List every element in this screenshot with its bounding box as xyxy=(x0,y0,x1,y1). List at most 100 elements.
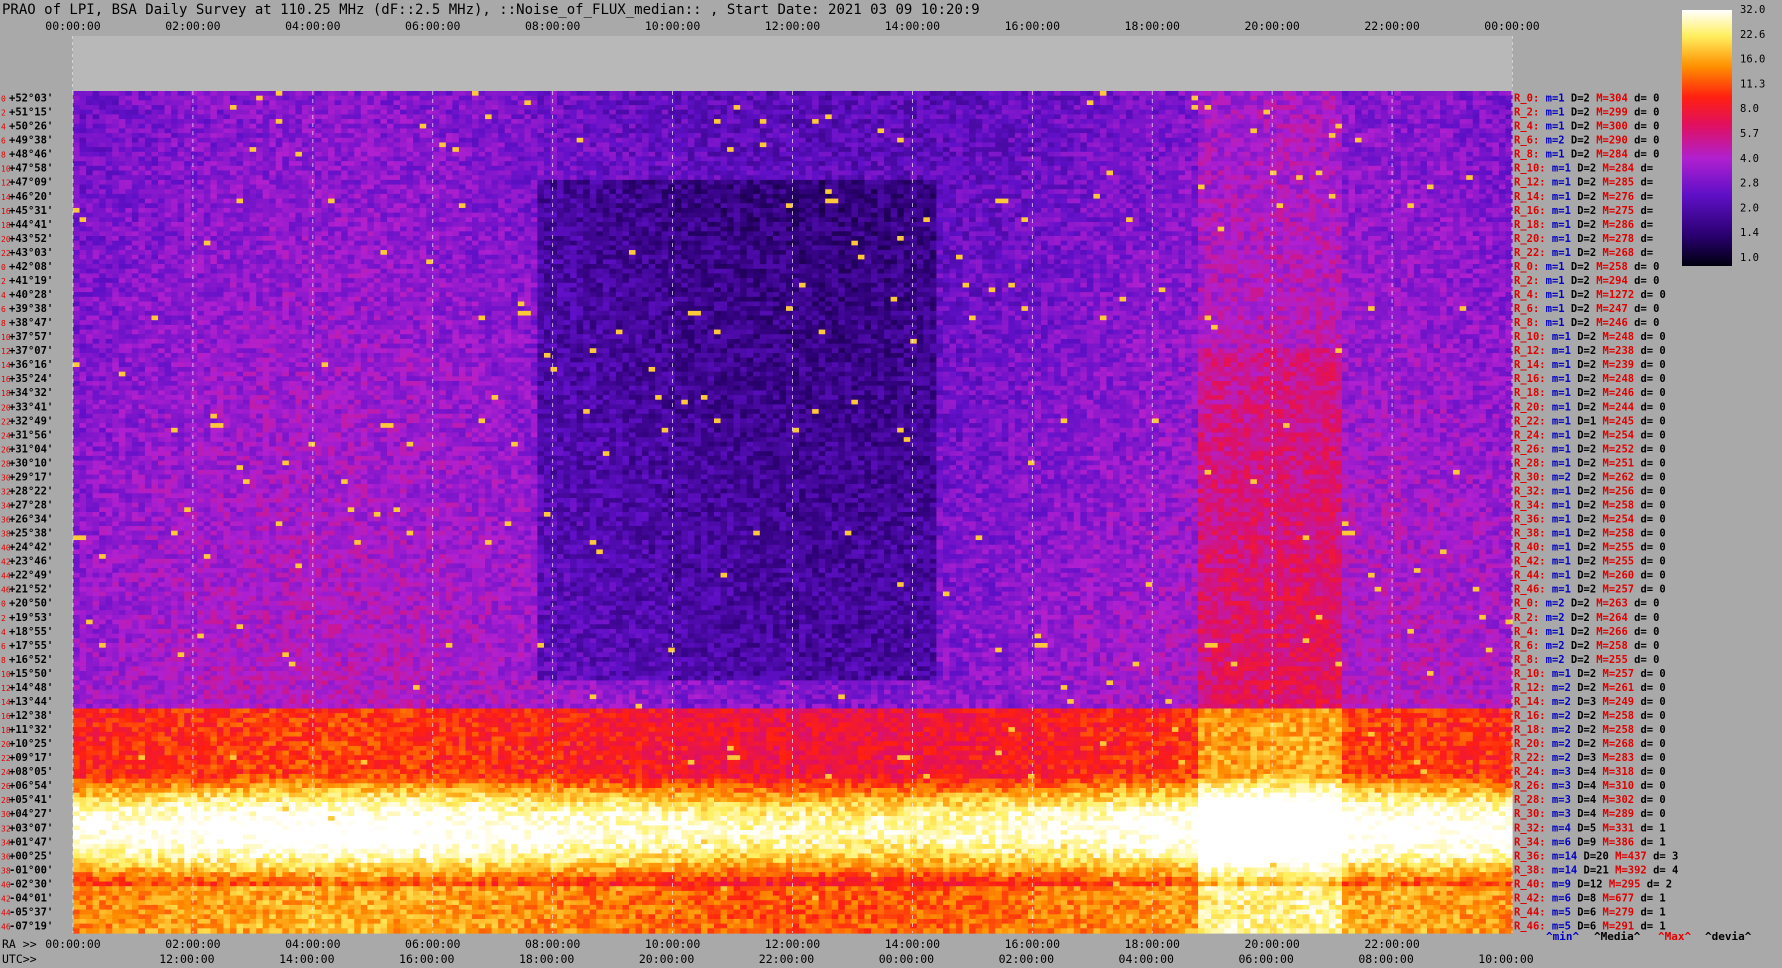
heat-cell xyxy=(400,91,407,96)
heat-cell xyxy=(165,128,172,133)
heat-cell xyxy=(1270,175,1277,180)
heat-cell xyxy=(446,156,453,161)
heat-cell xyxy=(335,147,342,152)
heat-cell xyxy=(1192,142,1199,147)
heat-cell xyxy=(145,171,152,176)
heat-cell xyxy=(302,171,309,176)
heat-cell xyxy=(1067,110,1074,115)
heat-cell xyxy=(80,166,87,171)
heat-cell xyxy=(413,96,420,101)
heat-cell xyxy=(662,156,669,161)
heat-cell xyxy=(511,110,518,115)
heat-cell xyxy=(1440,185,1447,190)
heat-cell xyxy=(295,142,302,147)
heat-cell xyxy=(1342,100,1349,105)
heat-cell xyxy=(570,171,577,176)
heat-cell xyxy=(544,114,551,119)
heat-cell xyxy=(73,138,80,143)
heat-cell xyxy=(1453,185,1460,190)
heat-cell xyxy=(518,185,525,190)
heat-cell xyxy=(1159,171,1166,176)
heat-cell xyxy=(1015,156,1022,161)
heat-cell xyxy=(1192,180,1199,185)
heat-cell xyxy=(982,133,989,138)
heat-cell xyxy=(1355,119,1362,124)
heat-cell xyxy=(184,180,191,185)
heat-cell xyxy=(1224,142,1231,147)
heat-cell xyxy=(694,133,701,138)
heat-cell xyxy=(191,166,198,171)
heat-cell xyxy=(1015,147,1022,152)
heat-cell xyxy=(1296,147,1303,152)
heat-cell xyxy=(878,96,885,101)
heat-cell xyxy=(1205,114,1212,119)
heat-cell xyxy=(112,100,119,105)
heat-cell xyxy=(1080,171,1087,176)
heat-cell xyxy=(289,147,296,152)
heat-cell xyxy=(1054,161,1061,166)
heat-cell xyxy=(210,105,217,110)
heat-cell xyxy=(165,100,172,105)
heat-cell xyxy=(1270,171,1277,176)
heat-cell xyxy=(132,138,139,143)
heat-cell xyxy=(250,180,257,185)
heat-cell xyxy=(106,138,113,143)
heat-cell xyxy=(112,105,119,110)
heat-cell xyxy=(819,96,826,101)
heat-cell xyxy=(374,142,381,147)
heat-cell xyxy=(636,189,643,194)
heat-cell xyxy=(1407,133,1414,138)
heat-cell xyxy=(1309,175,1316,180)
heat-cell xyxy=(1074,147,1081,152)
heat-cell xyxy=(237,185,244,190)
heat-cell xyxy=(184,142,191,147)
heat-cell xyxy=(753,142,760,147)
heat-cell xyxy=(295,138,302,143)
heat-cell xyxy=(387,185,394,190)
heat-cell xyxy=(1087,100,1094,105)
heat-cell xyxy=(1342,128,1349,133)
heat-cell xyxy=(1133,119,1140,124)
heat-cell xyxy=(289,166,296,171)
heat-cell xyxy=(250,161,257,166)
heat-cell xyxy=(446,161,453,166)
heat-cell xyxy=(943,161,950,166)
heat-cell xyxy=(80,161,87,166)
heat-cell xyxy=(1198,189,1205,194)
heat-cell xyxy=(1035,147,1042,152)
heat-cell xyxy=(354,110,361,115)
heat-cell xyxy=(655,147,662,152)
heat-cell xyxy=(1178,110,1185,115)
heat-cell xyxy=(694,156,701,161)
heat-cell xyxy=(1133,180,1140,185)
heat-cell xyxy=(1021,124,1028,129)
heat-cell xyxy=(995,110,1002,115)
heat-cell xyxy=(688,100,695,105)
heat-cell xyxy=(1159,138,1166,143)
heat-cell xyxy=(361,156,368,161)
heat-cell xyxy=(570,138,577,143)
heat-cell xyxy=(380,133,387,138)
heat-cell xyxy=(1460,133,1467,138)
heat-cell xyxy=(472,133,479,138)
heat-cell xyxy=(629,100,636,105)
heat-cell xyxy=(734,100,741,105)
heat-cell xyxy=(1283,180,1290,185)
heat-cell xyxy=(747,147,754,152)
heat-cell xyxy=(629,128,636,133)
heat-cell xyxy=(917,133,924,138)
heat-cell xyxy=(1041,91,1048,96)
heat-cell xyxy=(649,189,656,194)
heat-cell xyxy=(250,152,257,157)
heat-cell xyxy=(1388,161,1395,166)
heat-cell xyxy=(276,128,283,133)
heat-cell xyxy=(387,194,394,199)
heat-cell xyxy=(1205,175,1212,180)
heat-cell xyxy=(276,166,283,171)
heat-cell xyxy=(1061,96,1068,101)
heat-cell xyxy=(727,114,734,119)
heat-cell xyxy=(302,138,309,143)
heat-cell xyxy=(452,142,459,147)
heat-cell xyxy=(302,105,309,110)
heat-cell xyxy=(1381,189,1388,194)
